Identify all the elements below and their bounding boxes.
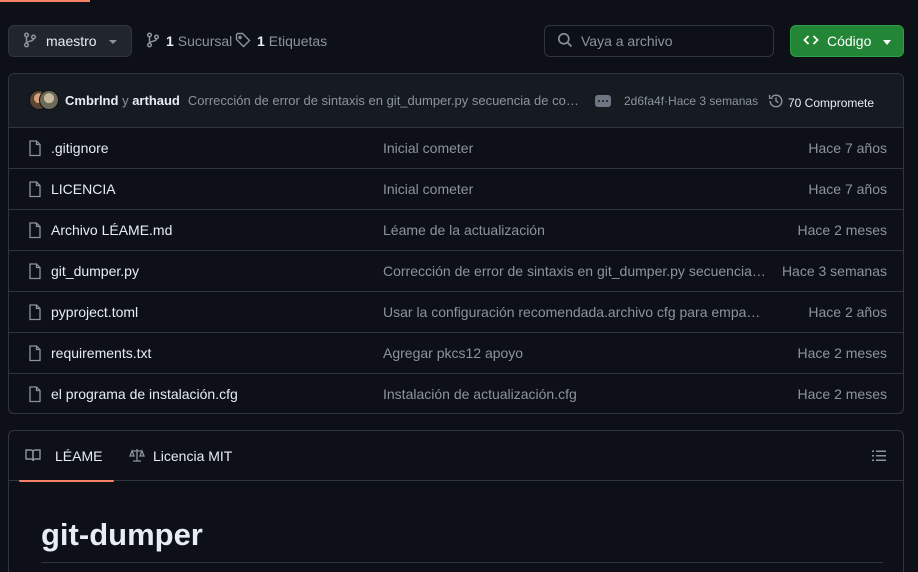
file-icon	[27, 386, 43, 406]
file-name-link[interactable]: .gitignore	[51, 140, 109, 156]
commit-hash-time[interactable]: 2d6fa4f·Hace 3 semanas	[624, 94, 758, 108]
chevron-down-icon	[109, 40, 117, 44]
file-icon	[27, 263, 43, 283]
file-name-link[interactable]: git_dumper.py	[51, 263, 139, 279]
file-icon	[27, 181, 43, 201]
file-commit-time: Hace 7 años	[808, 140, 887, 156]
git-branch-icon	[23, 31, 37, 51]
tab-readme[interactable]: LÉAME	[19, 431, 114, 482]
commits-history-link[interactable]: 70 Compromete	[768, 93, 874, 112]
file-icon	[27, 345, 43, 365]
file-name-link[interactable]: LICENCIA	[51, 181, 116, 197]
file-search-input[interactable]: Vaya a archivo	[544, 25, 774, 57]
heading-divider	[41, 562, 883, 563]
file-commit-time: Hace 2 meses	[797, 222, 887, 238]
code-button[interactable]: Código	[790, 25, 904, 57]
tab-license[interactable]: Licencia MIT	[129, 431, 232, 481]
file-commit-message-link[interactable]: Instalación de actualización.cfg	[383, 386, 767, 402]
chevron-down-icon	[883, 40, 891, 45]
readme-panel: LÉAME Licencia MIT git-dumper	[8, 430, 904, 572]
file-commit-message-link[interactable]: Inicial cometer	[383, 140, 767, 156]
avatar[interactable]	[39, 89, 59, 110]
tags-label: Etiquetas	[268, 33, 328, 49]
file-table: Cmbrlnd y arthaud Corrección de error de…	[8, 73, 904, 414]
file-commit-message-link[interactable]: Corrección de error de sintaxis en git_d…	[383, 263, 767, 279]
list-unordered-icon	[871, 450, 887, 467]
top-accent-line	[0, 0, 90, 2]
book-icon	[25, 447, 41, 466]
file-commit-message-link[interactable]: Léame de la actualización	[383, 222, 767, 238]
file-commit-time: Hace 2 años	[808, 304, 887, 320]
search-placeholder: Vaya a archivo	[581, 33, 673, 49]
commit-authors-conjunction: y	[122, 93, 129, 108]
file-icon	[27, 304, 43, 324]
file-commit-message-link[interactable]: Usar la configuración recomendada.archiv…	[383, 304, 767, 320]
branches-count: 1	[166, 33, 174, 49]
file-icon	[27, 140, 43, 160]
table-row: git_dumper.py Corrección de error de sin…	[9, 251, 903, 292]
file-commit-time: Hace 7 años	[808, 181, 887, 197]
table-row: pyproject.toml Usar la configuración rec…	[9, 292, 903, 333]
file-commit-time: Hace 2 meses	[797, 386, 887, 402]
readme-tabs: LÉAME Licencia MIT	[9, 431, 903, 482]
expand-commit-ellipsis-button[interactable]	[595, 95, 611, 107]
commit-message-link[interactable]: Corrección de error de sintaxis en git_d…	[188, 93, 580, 108]
tags-count: 1	[257, 33, 265, 49]
table-row: LICENCIA Inicial cometer Hace 7 años	[9, 169, 903, 210]
code-icon	[803, 32, 819, 51]
tab-readme-label: LÉAME	[55, 448, 103, 464]
file-icon	[27, 222, 43, 242]
table-of-contents-button[interactable]	[871, 448, 887, 467]
tags-link[interactable]: 1 Etiquetas	[235, 25, 327, 57]
history-icon	[768, 93, 784, 112]
commit-avatars[interactable]	[29, 89, 59, 112]
file-commit-time: Hace 3 semanas	[781, 263, 887, 279]
branch-name: maestro	[46, 33, 97, 49]
file-name-link[interactable]: el programa de instalación.cfg	[51, 386, 238, 402]
table-row: requirements.txt Agregar pkcs12 apoyo Ha…	[9, 333, 903, 374]
file-name-link[interactable]: Archivo LÉAME.md	[51, 222, 172, 238]
law-scale-icon	[129, 447, 145, 466]
file-commit-message-link[interactable]: Agregar pkcs12 apoyo	[383, 345, 767, 361]
code-button-label: Código	[827, 33, 872, 49]
repo-toolbar: maestro 1 Sucursal 1 Etiquetas Vaya a ar…	[8, 25, 904, 58]
table-row: .gitignore Inicial cometer Hace 7 años	[9, 128, 903, 169]
file-name-link[interactable]: requirements.txt	[51, 345, 151, 361]
tag-icon	[235, 32, 251, 51]
branches-label: Sucursal	[177, 33, 233, 49]
commits-count-label: 70 Compromete	[788, 95, 875, 110]
search-icon	[557, 32, 573, 51]
table-row: Archivo LÉAME.md Léame de la actualizaci…	[9, 210, 903, 251]
commit-author-link[interactable]: arthaud	[132, 93, 180, 108]
git-branch-icon	[146, 31, 160, 51]
branches-link[interactable]: 1 Sucursal	[146, 25, 232, 57]
readme-heading: git-dumper	[41, 517, 203, 552]
tab-license-label: Licencia MIT	[153, 448, 233, 464]
latest-commit-bar: Cmbrlnd y arthaud Corrección de error de…	[9, 74, 903, 128]
commit-authors: Cmbrlnd y arthaud	[65, 93, 180, 108]
branch-select-button[interactable]: maestro	[8, 25, 132, 57]
file-name-link[interactable]: pyproject.toml	[51, 304, 138, 320]
table-row: el programa de instalación.cfg Instalaci…	[9, 374, 903, 413]
commit-author-link[interactable]: Cmbrlnd	[65, 93, 118, 108]
file-commit-message-link[interactable]: Inicial cometer	[383, 181, 767, 197]
file-commit-time: Hace 2 meses	[797, 345, 887, 361]
